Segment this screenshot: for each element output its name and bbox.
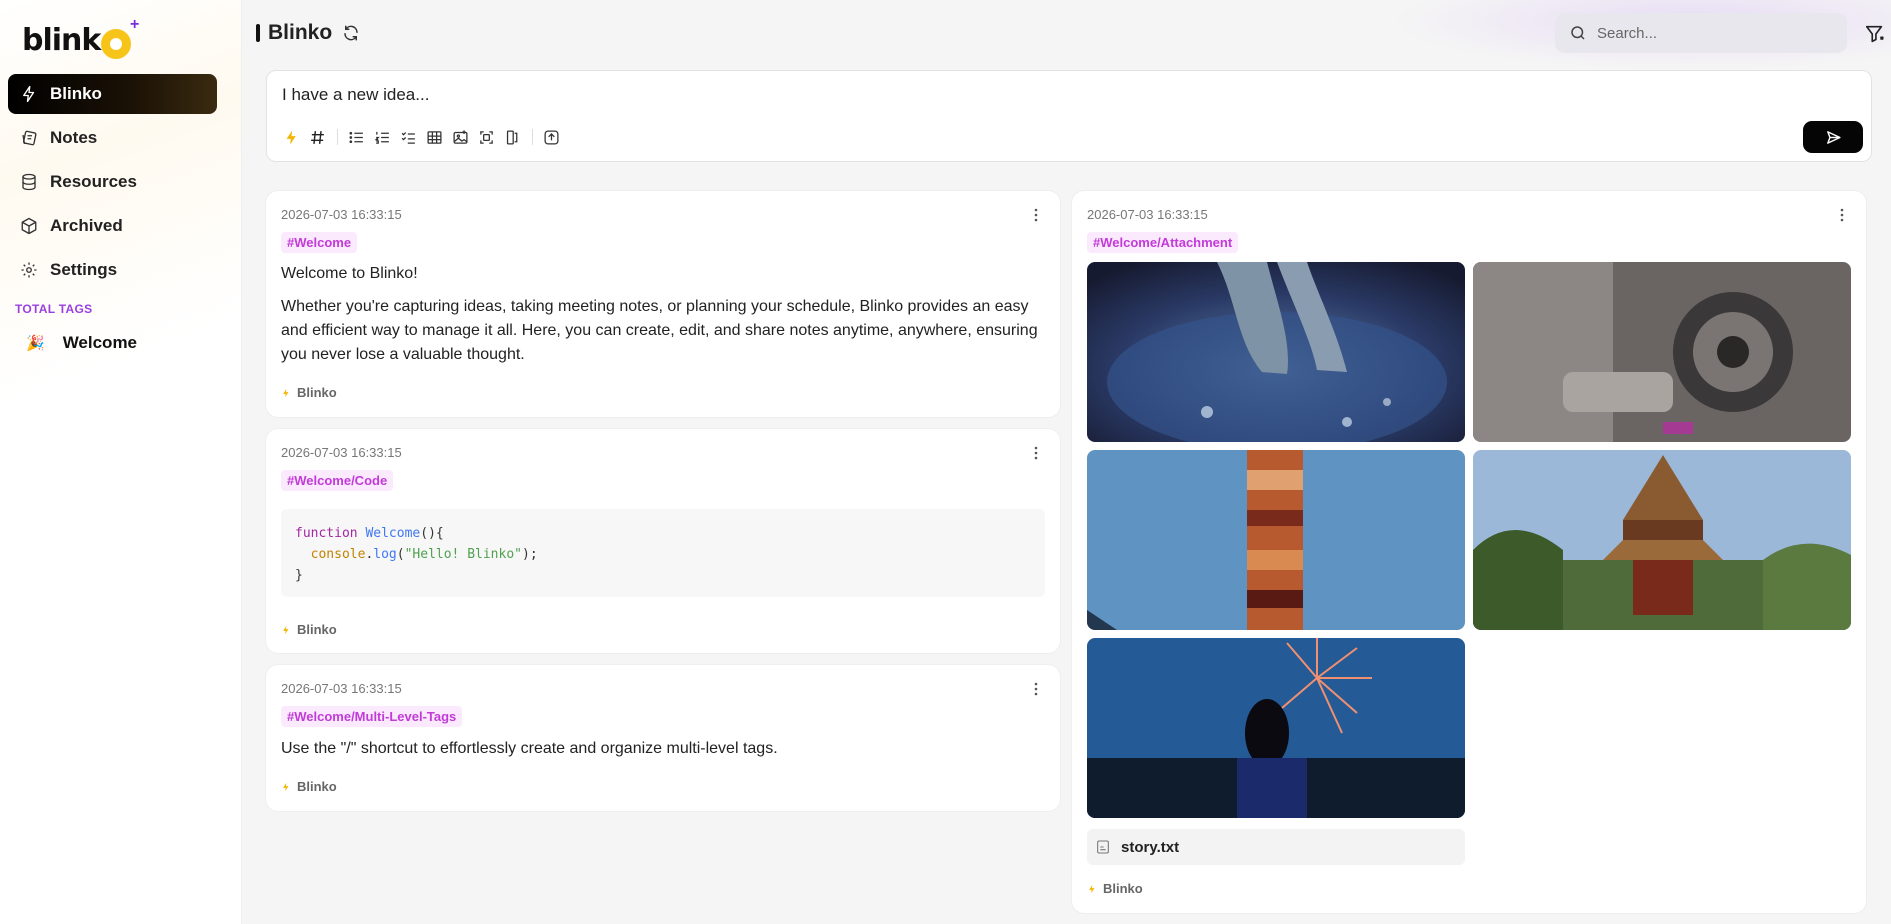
sidebar-item-settings[interactable]: Settings xyxy=(8,250,217,290)
send-button[interactable] xyxy=(1803,121,1863,153)
toolbar-divider xyxy=(532,129,533,145)
note-footer: Blinko xyxy=(281,779,337,794)
note-editor[interactable]: I have a new idea... xyxy=(266,70,1872,162)
bolt-icon xyxy=(283,388,289,397)
note-footer: Blinko xyxy=(281,385,337,400)
page-title-text: Blinko xyxy=(268,21,333,44)
send-icon xyxy=(1826,130,1841,144)
note-title: Welcome to Blinko! xyxy=(281,265,418,282)
scan-icon[interactable] xyxy=(476,127,496,147)
upload-icon[interactable] xyxy=(541,127,561,147)
code-function: Welcome xyxy=(365,526,421,541)
sidebar-item-label: Notes xyxy=(50,128,98,147)
attachment-file-name: story.txt xyxy=(1121,838,1180,856)
note-tag[interactable]: #Welcome xyxy=(281,232,358,253)
bolt-icon xyxy=(283,625,289,634)
logo-o-icon xyxy=(101,29,132,59)
sidebar-tag-label: Welcome xyxy=(62,333,138,352)
sidebar-tag-welcome[interactable]: 🎉 Welcome xyxy=(26,333,137,353)
box-icon xyxy=(20,217,38,235)
database-icon xyxy=(20,173,38,191)
attachment-image-fireworks[interactable] xyxy=(1087,638,1465,818)
note-tag[interactable]: #Welcome/Multi-Level-Tags xyxy=(281,706,463,727)
bolt-icon xyxy=(20,85,38,103)
attachment-image-hands[interactable] xyxy=(1087,262,1465,442)
sidebar: blink + Blinko Notes Resources Archived … xyxy=(0,0,242,924)
note-footer-label: Blinko xyxy=(297,779,337,794)
code-block: function Welcome(){ console.log("Hello! … xyxy=(281,509,1045,597)
image-upload-icon[interactable] xyxy=(450,127,470,147)
sidebar-item-label: Blinko xyxy=(50,84,102,103)
note-card[interactable]: 2026-07-03 16:33:15 #Welcome/Multi-Level… xyxy=(266,665,1060,811)
gear-icon xyxy=(20,261,38,279)
note-footer: Blinko xyxy=(1087,881,1143,896)
logo-text: blink xyxy=(22,22,101,58)
more-icon[interactable] xyxy=(1030,681,1042,697)
note-body: Use the "/" shortcut to effortlessly cre… xyxy=(281,740,778,757)
blinko-logo[interactable]: blink + xyxy=(22,16,139,60)
code-punct: ); xyxy=(522,547,538,562)
note-card[interactable]: 2026-07-03 16:33:15 #Welcome/Code functi… xyxy=(266,429,1060,653)
attachment-image-temple[interactable] xyxy=(1473,450,1851,630)
file-icon xyxy=(1097,840,1109,854)
more-icon[interactable] xyxy=(1836,207,1848,223)
title-bar-marker xyxy=(256,24,260,42)
bolt-type-icon[interactable] xyxy=(281,127,301,147)
more-icon[interactable] xyxy=(1030,207,1042,223)
attachment-image-engine[interactable] xyxy=(1473,262,1851,442)
note-timestamp: 2026-07-03 16:33:15 xyxy=(281,681,402,696)
total-tags-heading: TOTAL TAGS xyxy=(15,302,93,316)
note-tag[interactable]: #Welcome/Code xyxy=(281,470,394,491)
notes-icon xyxy=(20,129,38,147)
note-timestamp: 2026-07-03 16:33:15 xyxy=(1087,207,1208,222)
refresh-icon[interactable] xyxy=(342,24,360,42)
checklist-icon[interactable] xyxy=(398,127,418,147)
sidebar-item-blinko[interactable]: Blinko xyxy=(8,74,217,114)
bolt-icon xyxy=(283,782,289,791)
note-timestamp: 2026-07-03 16:33:15 xyxy=(281,445,402,460)
sidebar-item-notes[interactable]: Notes xyxy=(8,118,217,158)
sidebar-nav: Blinko Notes Resources Archived Settings xyxy=(8,74,217,294)
note-timestamp: 2026-07-03 16:33:15 xyxy=(281,207,402,222)
sidebar-item-label: Settings xyxy=(50,260,118,279)
code-punct: } xyxy=(295,568,303,583)
toolbar-divider xyxy=(337,129,338,145)
note-card[interactable]: 2026-07-03 16:33:15 #Welcome Welcome to … xyxy=(266,191,1060,417)
attachment-image-tower[interactable] xyxy=(1087,450,1465,630)
sidebar-item-label: Archived xyxy=(50,216,123,235)
code-keyword: function xyxy=(295,526,358,541)
hashtag-icon[interactable] xyxy=(307,127,327,147)
columns-icon[interactable] xyxy=(502,127,522,147)
attachment-file[interactable]: story.txt xyxy=(1087,829,1465,865)
note-footer-label: Blinko xyxy=(297,622,337,637)
note-body: Whether you're capturing ideas, taking m… xyxy=(281,298,1038,363)
table-icon[interactable] xyxy=(424,127,444,147)
search-box[interactable] xyxy=(1555,13,1847,53)
code-method: log xyxy=(373,547,397,562)
party-icon: 🎉 xyxy=(26,335,45,352)
numbered-list-icon[interactable] xyxy=(372,127,392,147)
note-footer-label: Blinko xyxy=(1103,881,1143,896)
more-icon[interactable] xyxy=(1030,445,1042,461)
note-footer-label: Blinko xyxy=(297,385,337,400)
code-object: console xyxy=(310,547,366,562)
logo-star-icon: + xyxy=(130,16,140,33)
code-punct: ( xyxy=(396,547,405,562)
sidebar-item-resources[interactable]: Resources xyxy=(8,162,217,202)
code-string: "Hello! Blinko" xyxy=(404,547,522,562)
search-icon xyxy=(1571,26,1585,40)
editor-toolbar xyxy=(281,127,567,147)
editor-placeholder[interactable]: I have a new idea... xyxy=(282,85,429,105)
sidebar-item-archived[interactable]: Archived xyxy=(8,206,217,246)
code-punct: (){ xyxy=(420,526,444,541)
bolt-icon xyxy=(1089,884,1095,893)
note-tag[interactable]: #Welcome/Attachment xyxy=(1087,232,1239,253)
filter-icon[interactable] xyxy=(1864,23,1886,45)
note-footer: Blinko xyxy=(281,622,337,637)
bullet-list-icon[interactable] xyxy=(346,127,366,147)
sidebar-item-label: Resources xyxy=(50,172,137,191)
search-input[interactable] xyxy=(1597,24,1817,42)
page-title: Blinko xyxy=(256,20,360,46)
